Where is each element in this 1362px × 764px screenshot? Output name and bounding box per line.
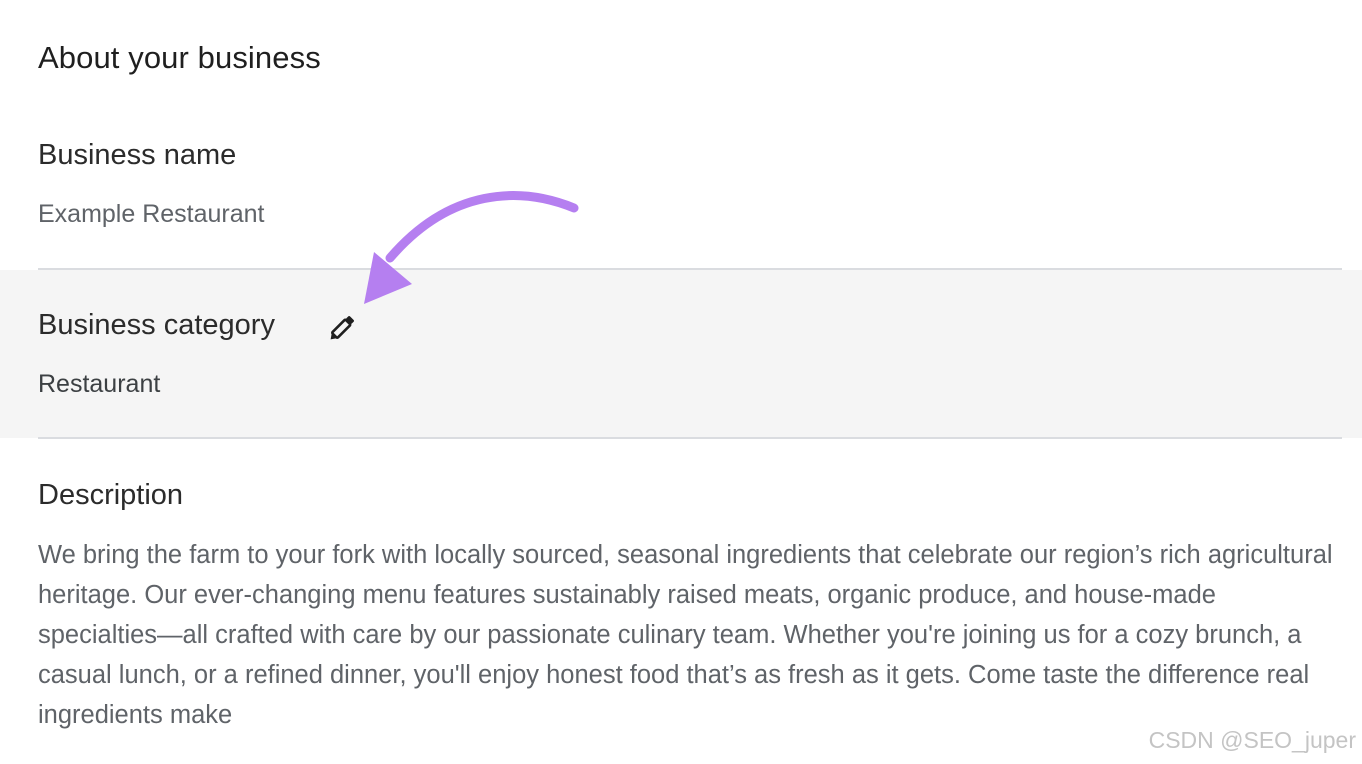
business-category-label: Business category <box>38 309 275 341</box>
about-business-page: About your business Business name Exampl… <box>0 0 1362 764</box>
description-label: Description <box>38 479 184 511</box>
curved-arrow-icon <box>364 191 579 304</box>
section-title: About your business <box>38 40 321 75</box>
business-category-value: Restaurant <box>38 370 161 398</box>
watermark: CSDN @SEO_juper <box>1148 727 1356 753</box>
description-text: We bring the farm to your fork with loca… <box>38 541 1333 729</box>
divider-bottom <box>38 437 1342 439</box>
pencil-icon[interactable] <box>326 310 360 344</box>
business-name-label: Business name <box>38 139 237 171</box>
business-name-value: Example Restaurant <box>38 200 265 228</box>
business-category-row[interactable] <box>0 270 1362 438</box>
